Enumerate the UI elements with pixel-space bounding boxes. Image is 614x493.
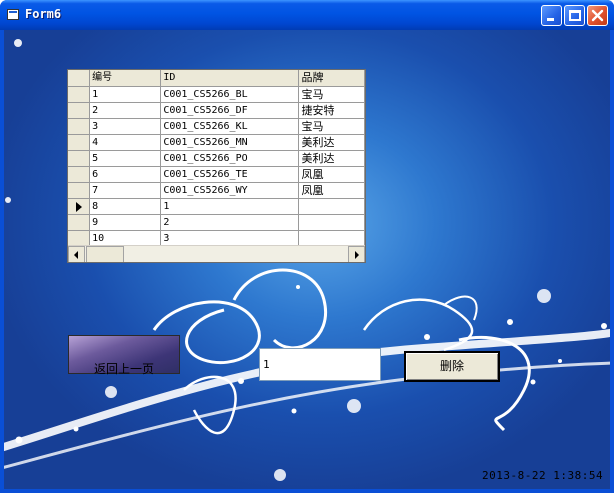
- column-header-number[interactable]: 编号: [89, 70, 162, 87]
- table-row[interactable]: 4 C001_CS5266_MN 美利达: [68, 134, 365, 151]
- cell-number[interactable]: 5: [89, 150, 162, 167]
- close-icon: [591, 9, 604, 22]
- status-datetime: 2013-8-22 1:38:54: [482, 469, 604, 482]
- app-icon[interactable]: [7, 9, 19, 20]
- cell-number[interactable]: 4: [89, 134, 162, 151]
- minimize-icon: [547, 18, 554, 21]
- scroll-thumb[interactable]: [86, 246, 124, 262]
- cell-number[interactable]: 6: [89, 166, 162, 183]
- arrow-right-icon: [355, 251, 359, 259]
- grid-header-row: 编号 ID 品牌: [68, 70, 365, 87]
- table-row[interactable]: 3 C001_CS5266_KL 宝马: [68, 118, 365, 135]
- delete-button[interactable]: 删除: [404, 351, 500, 382]
- close-button[interactable]: [587, 5, 608, 26]
- table-row[interactable]: 5 C001_CS5266_PO 美利达: [68, 150, 365, 167]
- table-row[interactable]: 10 3: [68, 230, 365, 247]
- row-selector[interactable]: [68, 214, 91, 231]
- cell-id[interactable]: C001_CS5266_WY: [160, 182, 300, 199]
- row-selector[interactable]: [68, 230, 91, 247]
- form-client-area: 编号 ID 品牌 1 C001_CS5266_BL 宝马 2 C001_CS5266_…: [4, 30, 610, 489]
- cell-id[interactable]: 3: [160, 230, 300, 247]
- scroll-left-button[interactable]: [68, 246, 85, 262]
- cell-id[interactable]: C001_CS5266_PO: [160, 150, 300, 167]
- row-selector[interactable]: [68, 198, 91, 215]
- window-title: Form6: [25, 7, 62, 21]
- back-button-label: 返回上一页: [93, 362, 154, 376]
- cell-number[interactable]: 10: [89, 230, 162, 247]
- table-row[interactable]: 1 C001_CS5266_BL 宝马: [68, 86, 365, 103]
- table-row[interactable]: 6 C001_CS5266_TE 凤凰: [68, 166, 365, 183]
- cell-number[interactable]: 1: [89, 86, 162, 103]
- cell-brand[interactable]: 美利达: [298, 150, 365, 167]
- cell-brand[interactable]: 捷安特: [298, 102, 365, 119]
- cell-number[interactable]: 8: [89, 198, 162, 215]
- table-row-current[interactable]: 81: [68, 198, 365, 215]
- grid-corner-cell[interactable]: [68, 70, 91, 87]
- row-selector[interactable]: [68, 150, 91, 167]
- cell-id[interactable]: C001_CS5266_MN: [160, 134, 300, 151]
- arrow-left-icon: [74, 251, 78, 259]
- column-header-brand[interactable]: 品牌: [298, 70, 365, 87]
- cell-number[interactable]: 2: [89, 102, 162, 119]
- table-row[interactable]: 92: [68, 214, 365, 231]
- column-header-id[interactable]: ID: [160, 70, 300, 87]
- row-selector[interactable]: [68, 86, 91, 103]
- cell-id[interactable]: 2: [160, 214, 300, 231]
- row-selector[interactable]: [68, 118, 91, 135]
- table-row[interactable]: 2 C001_CS5266_DF 捷安特: [68, 102, 365, 119]
- cell-id[interactable]: C001_CS5266_DF: [160, 102, 300, 119]
- cell-brand[interactable]: 凤凰: [298, 166, 365, 183]
- data-grid-table: 编号 ID 品牌 1 C001_CS5266_BL 宝马 2 C001_CS5266_…: [68, 70, 365, 247]
- cell-number[interactable]: 9: [89, 214, 162, 231]
- cell-brand[interactable]: 美利达: [298, 134, 365, 151]
- cell-brand[interactable]: 宝马: [298, 118, 365, 135]
- cell-number[interactable]: 3: [89, 118, 162, 135]
- title-bar[interactable]: Form6: [0, 0, 614, 30]
- cell-brand[interactable]: [298, 230, 365, 247]
- row-selector[interactable]: [68, 182, 91, 199]
- scroll-right-button[interactable]: [348, 246, 365, 262]
- row-selector[interactable]: [68, 134, 91, 151]
- maximize-button[interactable]: [564, 5, 585, 26]
- form6-window: Form6 编号 ID 品牌 1 C001_CS5266_BL 宝马 2 C00…: [0, 0, 614, 493]
- data-grid[interactable]: 编号 ID 品牌 1 C001_CS5266_BL 宝马 2 C001_CS5266_…: [67, 69, 366, 263]
- cell-id[interactable]: C001_CS5266_KL: [160, 118, 300, 135]
- delete-id-input[interactable]: [259, 348, 381, 381]
- current-row-pointer-icon: [76, 201, 82, 212]
- maximize-icon: [569, 10, 581, 21]
- horizontal-scrollbar[interactable]: [68, 245, 365, 262]
- back-button[interactable]: 返回上一页: [68, 335, 180, 376]
- cell-id[interactable]: 1: [160, 198, 300, 215]
- cell-brand[interactable]: 凤凰: [298, 182, 365, 199]
- row-selector[interactable]: [68, 102, 91, 119]
- minimize-button[interactable]: [541, 5, 562, 26]
- cell-brand[interactable]: [298, 214, 365, 231]
- cell-brand[interactable]: 宝马: [298, 86, 365, 103]
- cell-id[interactable]: C001_CS5266_BL: [160, 86, 300, 103]
- cell-id[interactable]: C001_CS5266_TE: [160, 166, 300, 183]
- cell-brand[interactable]: [298, 198, 365, 215]
- table-row[interactable]: 7 C001_CS5266_WY 凤凰: [68, 182, 365, 199]
- cell-number[interactable]: 7: [89, 182, 162, 199]
- row-selector[interactable]: [68, 166, 91, 183]
